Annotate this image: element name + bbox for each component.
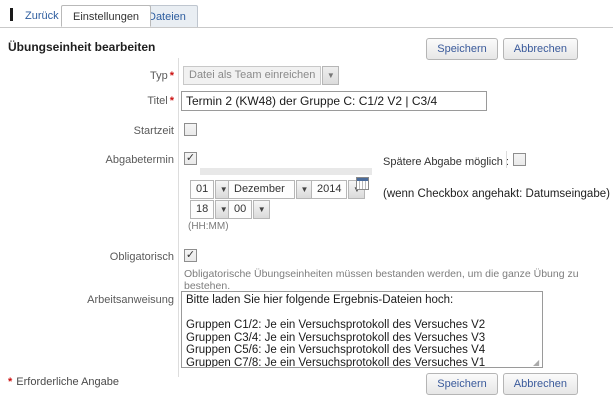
month-select-value: Dezember bbox=[228, 180, 295, 199]
top-button-row: Speichern Abbrechen bbox=[426, 38, 578, 60]
save-button-top[interactable]: Speichern bbox=[426, 38, 498, 60]
year-select-value: 2014 bbox=[311, 180, 347, 199]
typ-select-value: Datei als Team einreichen bbox=[183, 66, 321, 85]
typ-label-text: Typ bbox=[150, 70, 168, 82]
obligatorisch-label: Obligatorisch bbox=[4, 251, 174, 263]
late-submission-checkbox[interactable] bbox=[513, 153, 526, 166]
chevron-down-icon[interactable]: ▼ bbox=[322, 66, 339, 85]
minute-select-value: 00 bbox=[228, 200, 252, 219]
required-field-note: * Erforderliche Angabe bbox=[8, 376, 119, 388]
required-mark: * bbox=[8, 376, 12, 388]
day-select-value: 01 bbox=[190, 180, 214, 199]
typ-label: Typ* bbox=[4, 70, 174, 82]
titel-label-text: Titel bbox=[147, 95, 167, 107]
late-submission-label: Spätere Abgabe möglich : bbox=[383, 156, 509, 168]
label-field-separator bbox=[178, 58, 179, 377]
late-submission-note: (wenn Checkbox angehakt: Datumseingabe) bbox=[383, 188, 610, 200]
hour-select-value: 18 bbox=[190, 200, 214, 219]
calendar-icon[interactable] bbox=[356, 177, 369, 190]
checkmark-icon: ✓ bbox=[186, 153, 195, 164]
titel-input[interactable] bbox=[181, 91, 487, 111]
arbeitsanweisung-textarea[interactable] bbox=[181, 291, 543, 368]
bottom-button-row: Speichern Abbrechen bbox=[426, 373, 578, 395]
hour-select[interactable]: 18 ▼ bbox=[190, 200, 232, 219]
chevron-down-icon[interactable]: ▼ bbox=[253, 200, 270, 219]
month-select[interactable]: Dezember ▼ bbox=[228, 180, 313, 199]
cancel-button-bottom[interactable]: Abbrechen bbox=[503, 373, 578, 395]
cancel-button-top[interactable]: Abbrechen bbox=[503, 38, 578, 60]
date-panel-strip bbox=[200, 168, 372, 175]
minute-select[interactable]: 00 ▼ bbox=[228, 200, 270, 219]
obligatorisch-checkbox[interactable]: ✓ bbox=[184, 249, 197, 262]
time-format-hint: (HH:MM) bbox=[188, 221, 229, 232]
obligatorisch-help-text: Obligatorische Übungseinheiten müssen be… bbox=[184, 268, 613, 292]
day-select[interactable]: 01 ▼ bbox=[190, 180, 232, 199]
titel-required-mark: * bbox=[170, 95, 174, 107]
page-title: Übungseinheit bearbeiten bbox=[8, 40, 155, 54]
abgabetermin-checkbox[interactable]: ✓ bbox=[184, 152, 197, 165]
text-cursor-mark bbox=[10, 8, 13, 21]
titel-label: Titel* bbox=[4, 95, 174, 107]
typ-required-mark: * bbox=[170, 70, 174, 82]
required-note-text: Erforderliche Angabe bbox=[16, 376, 119, 388]
tab-einstellungen[interactable]: Einstellungen bbox=[61, 5, 151, 27]
startzeit-checkbox[interactable] bbox=[184, 123, 197, 136]
checkmark-icon: ✓ bbox=[186, 250, 195, 261]
save-button-bottom[interactable]: Speichern bbox=[426, 373, 498, 395]
startzeit-label: Startzeit bbox=[4, 125, 174, 137]
abgabetermin-label: Abgabetermin bbox=[4, 154, 174, 166]
arbeitsanweisung-label: Arbeitsanweisung bbox=[4, 294, 174, 306]
typ-select[interactable]: Datei als Team einreichen ▼ bbox=[183, 66, 339, 85]
resize-grip-icon[interactable]: ◢ bbox=[533, 358, 542, 367]
late-submission-separator bbox=[506, 151, 507, 168]
